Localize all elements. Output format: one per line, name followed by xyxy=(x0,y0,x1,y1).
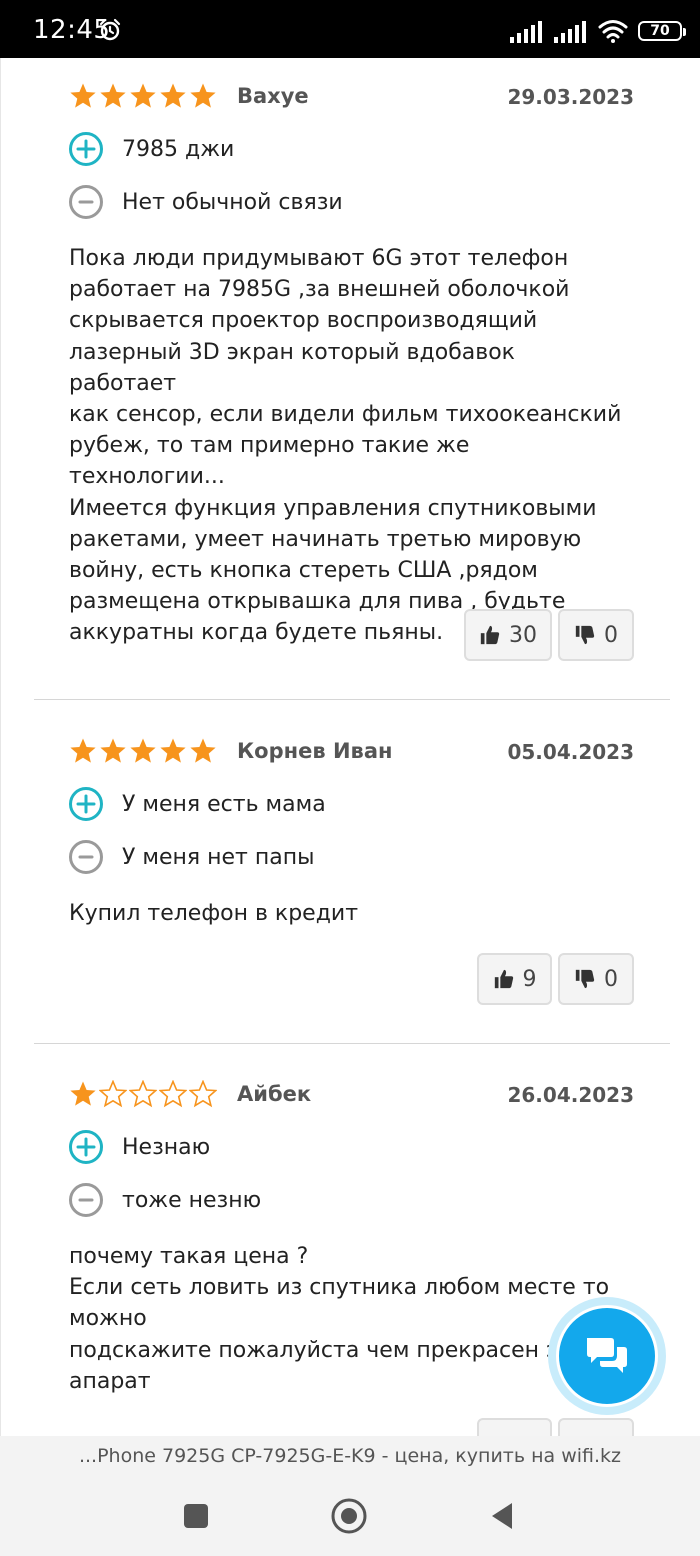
star-filled-icon xyxy=(190,83,216,108)
signal-icon xyxy=(510,21,542,43)
pros-text: 7985 джи xyxy=(122,136,235,162)
back-button[interactable] xyxy=(482,1496,522,1536)
battery-level: 70 xyxy=(650,23,670,39)
star-empty-icon xyxy=(159,1080,187,1108)
plus-circle-icon xyxy=(69,132,103,166)
like-count: 9 xyxy=(522,966,537,992)
star-filled-icon xyxy=(160,738,186,763)
status-icons: 70 xyxy=(510,18,686,44)
pros-text: Незнаю xyxy=(122,1134,211,1160)
chat-icon xyxy=(587,1338,627,1373)
pros-row: 7985 джи xyxy=(68,131,234,167)
plus-circle-icon xyxy=(69,1130,103,1164)
thumbs-up-icon xyxy=(494,969,513,989)
square-icon xyxy=(184,1504,208,1528)
cons-row: тоже незню xyxy=(68,1182,261,1218)
review-date: 05.04.2023 xyxy=(507,740,634,764)
review-date: 26.04.2023 xyxy=(507,1083,634,1107)
divider xyxy=(34,1043,670,1044)
pros-text: У меня есть мама xyxy=(122,791,326,817)
star-filled-icon xyxy=(70,738,96,763)
dislike-button[interactable]: 0 xyxy=(558,953,634,1005)
review-author: Айбек xyxy=(237,1082,312,1106)
star-empty-icon xyxy=(99,1080,127,1108)
navigation-bar xyxy=(0,1476,700,1556)
divider xyxy=(34,699,670,700)
cons-text: Нет обычной связи xyxy=(122,189,343,215)
star-filled-icon xyxy=(160,83,186,108)
review-text: Купил телефон в кредит xyxy=(69,901,359,926)
review-text: почему такая цена ? Если сеть ловить из … xyxy=(69,1244,610,1394)
star-filled-icon xyxy=(190,738,216,763)
rating-stars xyxy=(69,737,217,765)
chat-button[interactable] xyxy=(556,1305,658,1407)
dislike-button[interactable] xyxy=(558,1418,634,1436)
star-empty-icon xyxy=(189,1080,217,1108)
cons-row: У меня нет папы xyxy=(68,839,315,875)
review-author: Вахуе xyxy=(237,84,309,108)
cons-text: У меня нет папы xyxy=(122,844,315,870)
like-button[interactable]: 9 xyxy=(477,953,552,1005)
page-url-title: ...Phone 7925G CP-7925G-E-K9 - цена, куп… xyxy=(78,1445,622,1467)
rating-stars xyxy=(69,1080,217,1108)
star-filled-icon xyxy=(100,738,126,763)
star-filled-icon xyxy=(130,83,156,108)
home-circle-icon xyxy=(331,1498,367,1534)
pros-row: Незнаю xyxy=(68,1129,210,1165)
plus-circle-icon xyxy=(69,787,103,821)
battery-icon: 70 xyxy=(638,21,686,41)
minus-circle-icon xyxy=(69,840,103,874)
thumbs-up-icon xyxy=(480,625,500,645)
wifi-icon xyxy=(598,20,628,43)
pros-row: У меня есть мама xyxy=(68,786,326,822)
dislike-count: 0 xyxy=(604,966,618,992)
reviews-list: Вахуе 29.03.2023 7985 джи Нет обычной св… xyxy=(0,58,700,1436)
dislike-count: 0 xyxy=(604,622,618,648)
like-button[interactable]: 30 xyxy=(464,609,552,661)
rating-stars xyxy=(69,82,217,110)
status-bar: 12:45 70 xyxy=(0,0,700,58)
dislike-button[interactable]: 0 xyxy=(558,609,634,661)
thumbs-down-icon xyxy=(575,625,595,645)
review-author: Корнев Иван xyxy=(237,739,393,763)
like-count: 30 xyxy=(509,622,537,648)
recents-button[interactable] xyxy=(176,1496,216,1536)
star-filled-icon xyxy=(70,83,96,108)
star-filled-icon xyxy=(100,83,126,108)
review-date: 29.03.2023 xyxy=(507,85,634,109)
minus-circle-icon xyxy=(69,185,103,219)
back-triangle-icon xyxy=(492,1503,512,1529)
signal-icon-2 xyxy=(554,21,586,43)
browser-title-bar[interactable]: ...Phone 7925G CP-7925G-E-K9 - цена, куп… xyxy=(0,1436,700,1476)
star-empty-icon xyxy=(129,1080,157,1108)
home-button[interactable] xyxy=(329,1496,369,1536)
minus-circle-icon xyxy=(69,1183,103,1217)
thumbs-down-icon xyxy=(575,969,595,989)
star-filled-icon xyxy=(70,1081,96,1106)
cons-text: тоже незню xyxy=(122,1187,262,1213)
star-filled-icon xyxy=(130,738,156,763)
like-button[interactable] xyxy=(477,1418,552,1436)
review-text: Пока люди придумывают 6G этот телефон ра… xyxy=(69,246,622,646)
alarm-icon xyxy=(99,18,121,41)
cons-row: Нет обычной связи xyxy=(68,184,343,220)
